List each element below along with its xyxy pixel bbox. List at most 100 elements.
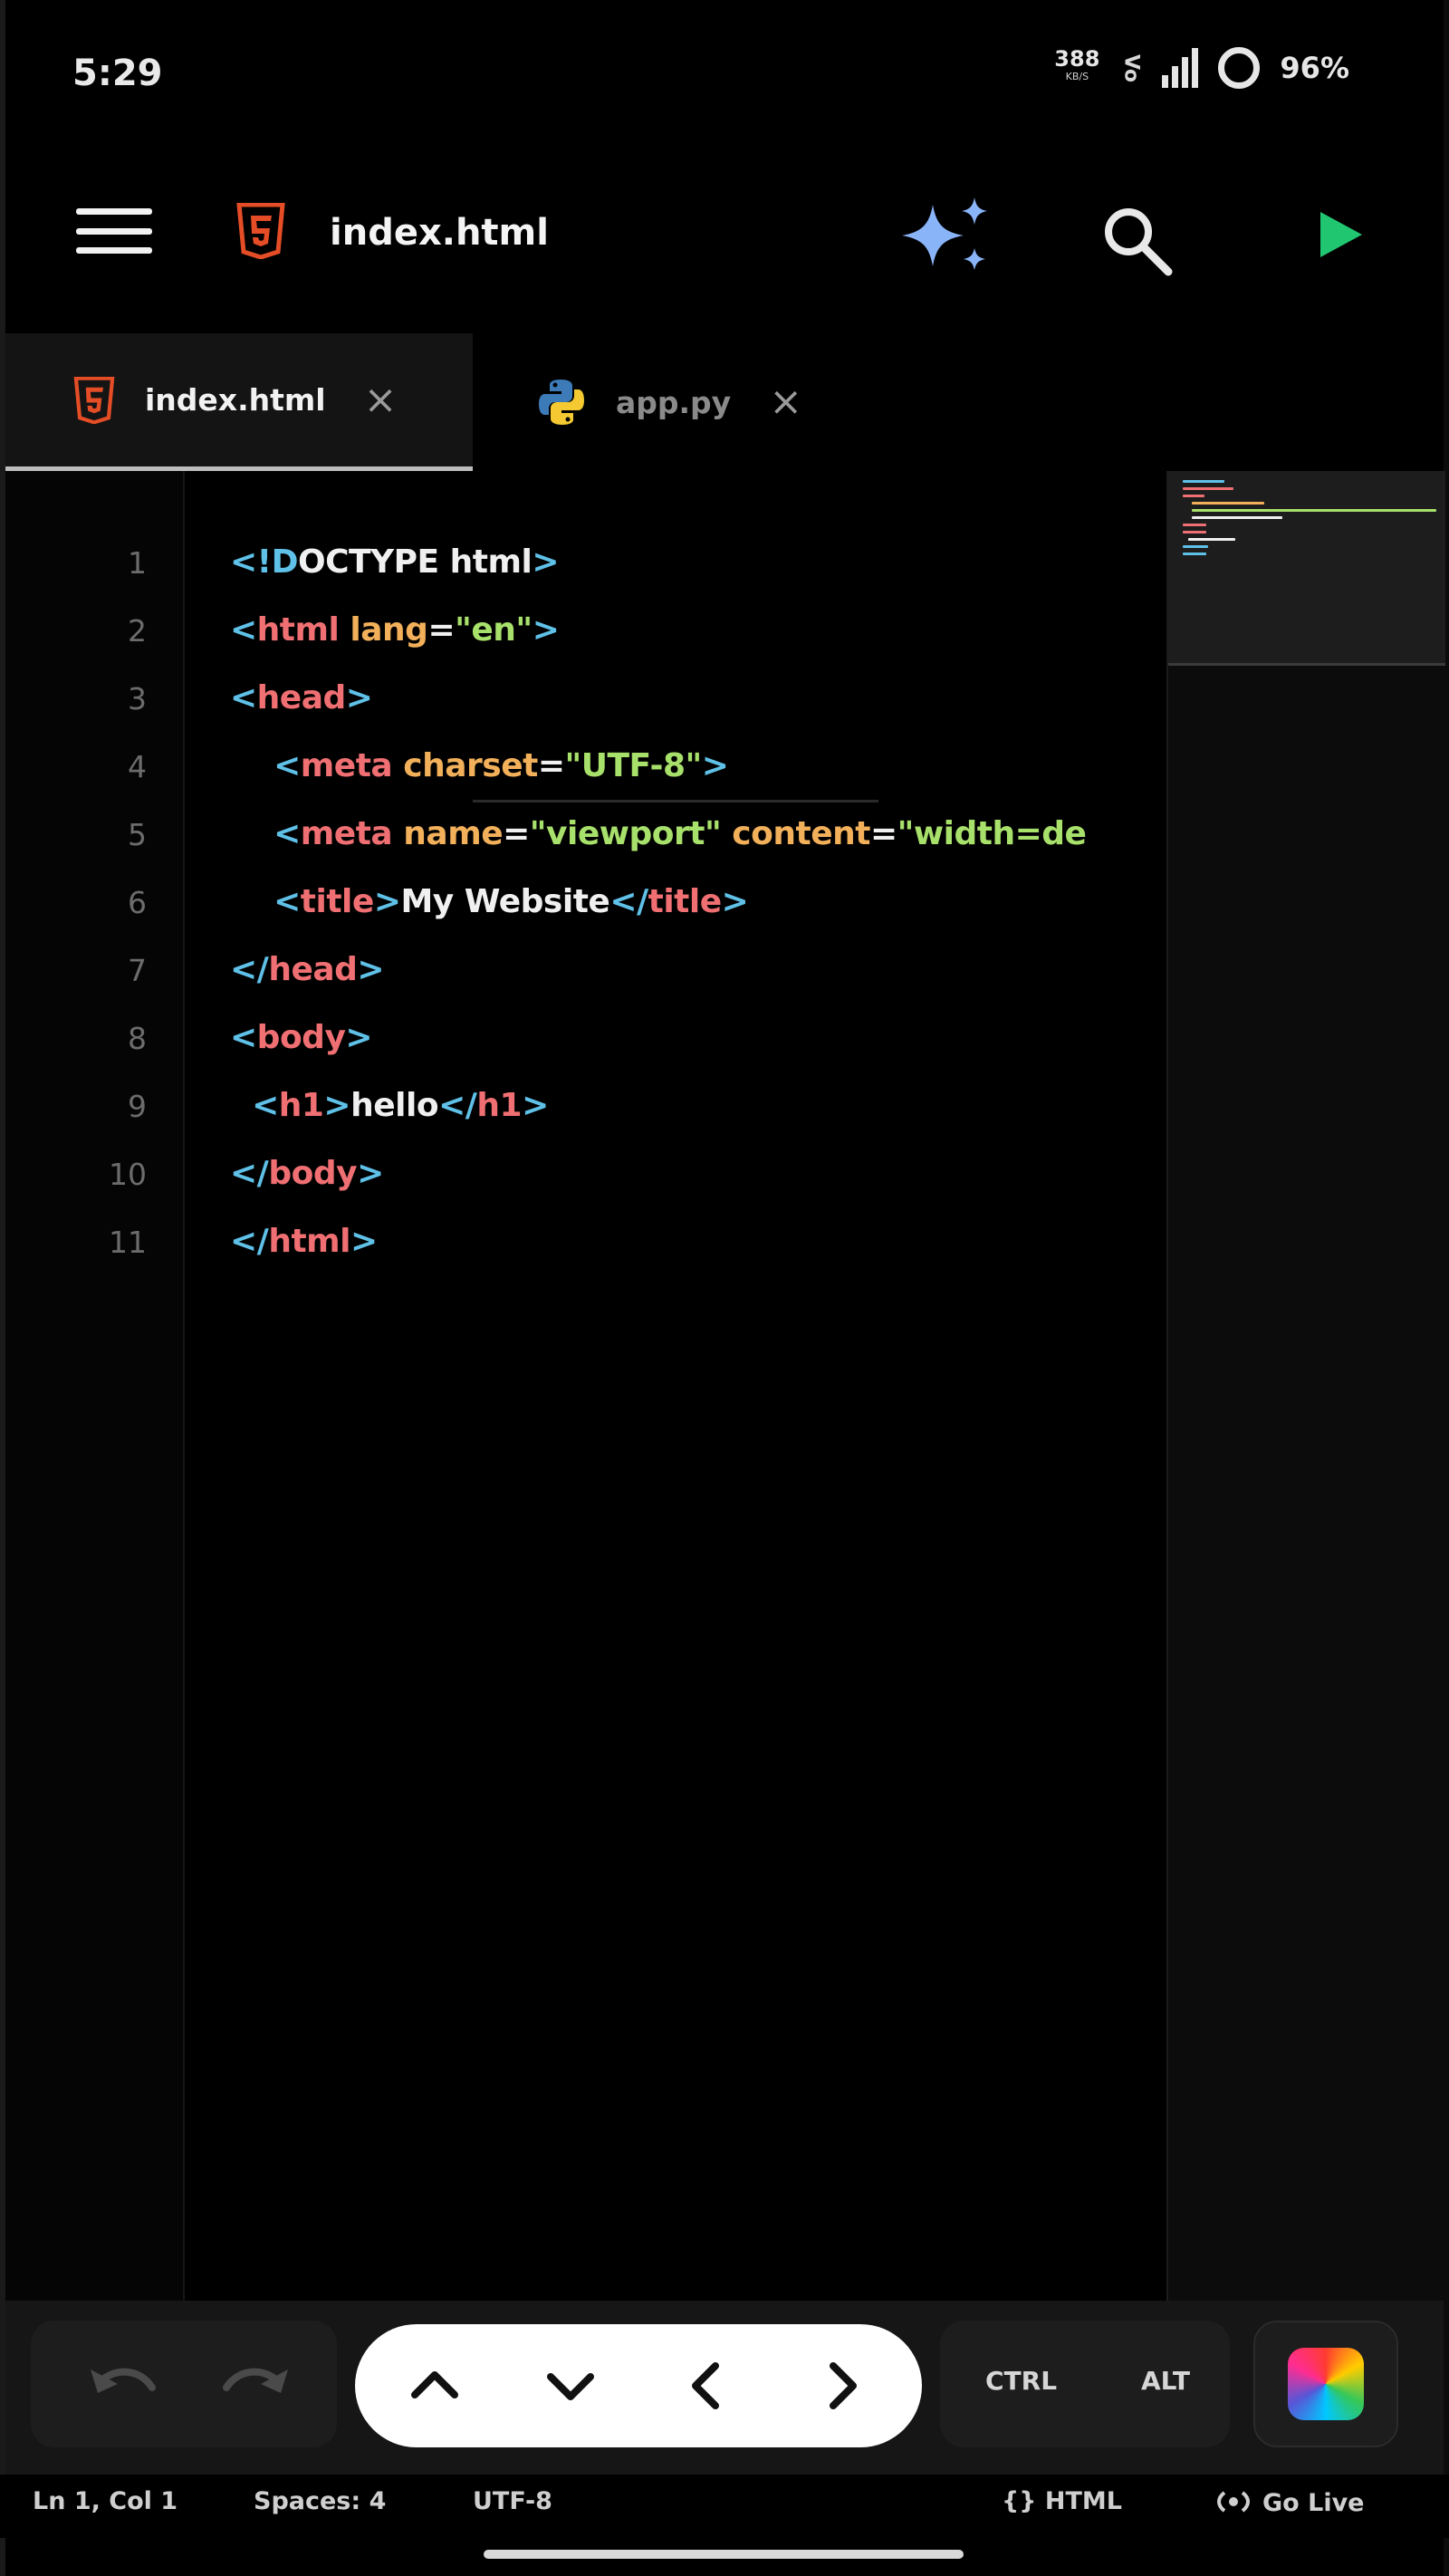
code-token: < — [230, 611, 257, 649]
minimap-viewport[interactable] — [1168, 471, 1445, 666]
code-token: </ — [230, 951, 269, 988]
arrow-down-icon[interactable] — [536, 2351, 605, 2420]
close-icon[interactable]: × — [364, 380, 398, 419]
code-line[interactable]: <title>My Website</title> — [230, 883, 749, 920]
line-number: 8 — [128, 1021, 147, 1056]
code-line[interactable]: </body> — [230, 1155, 384, 1192]
code-token: html — [256, 611, 340, 649]
html5-icon — [236, 203, 285, 259]
tab-index-html[interactable]: index.html × — [5, 333, 473, 471]
cursor-arrow-keys — [355, 2324, 922, 2447]
code-token: < — [230, 883, 301, 920]
signal-icon — [1162, 48, 1199, 88]
line-number: 7 — [128, 953, 147, 988]
go-live-button[interactable]: Go Live — [1214, 2487, 1364, 2517]
code-line[interactable]: <!DOCTYPE html> — [230, 543, 559, 581]
code-line[interactable]: <h1>hello</h1> — [230, 1087, 549, 1124]
status-icons: 388 KB/S Vo 96% — [1054, 47, 1349, 89]
minimap-line — [1183, 480, 1224, 483]
code-token: body — [256, 1019, 346, 1056]
code-line[interactable]: <head> — [230, 679, 373, 716]
code-token: meta — [300, 747, 393, 784]
arrow-left-icon[interactable] — [672, 2351, 741, 2420]
code-token: > — [357, 951, 385, 988]
code-line[interactable]: <body> — [230, 1019, 373, 1056]
code-editor[interactable]: 1 2 3 4 5 6 7 8 9 10 11 <!DOCTYPE html> <html lang=… — [0, 471, 1449, 2301]
code-token: < — [230, 679, 257, 716]
minimap[interactable] — [1166, 471, 1445, 2301]
code-token: > — [721, 883, 749, 920]
arrow-right-icon[interactable] — [808, 2351, 877, 2420]
code-token: title — [648, 883, 723, 920]
code-line[interactable]: <meta charset="UTF-8"> — [230, 747, 729, 784]
menu-icon[interactable] — [76, 208, 152, 254]
code-line[interactable]: <html lang="en"> — [230, 611, 560, 649]
undo-icon[interactable] — [87, 2360, 163, 2411]
html5-icon — [73, 376, 115, 424]
code-token: > — [522, 1087, 549, 1124]
app-bar: index.html — [0, 145, 1449, 317]
line-number: 2 — [128, 613, 147, 649]
search-icon[interactable] — [1098, 201, 1176, 279]
code-token: </ — [230, 1223, 269, 1260]
code-line[interactable]: </head> — [230, 951, 385, 988]
go-live-label: Go Live — [1262, 2489, 1365, 2517]
code-token: > — [357, 1155, 384, 1192]
run-icon[interactable] — [1311, 207, 1367, 263]
minimap-line — [1192, 509, 1436, 512]
code-line[interactable]: </html> — [230, 1223, 378, 1260]
tab-label: index.html — [145, 382, 326, 418]
code-token: </ — [609, 883, 648, 920]
ctrl-key[interactable]: CTRL — [985, 2366, 1057, 2396]
code-token: h1 — [476, 1087, 523, 1124]
code-token: </ — [438, 1087, 477, 1124]
code-token: > — [532, 543, 559, 581]
code-line[interactable]: <meta name="viewport" content="width=de — [230, 815, 1087, 852]
file-tabs: index.html × app.py × — [0, 333, 1449, 803]
modifier-keys: CTRL ALT — [940, 2321, 1230, 2447]
color-picker-button[interactable] — [1253, 2321, 1398, 2447]
code-token: html — [268, 1223, 351, 1260]
redo-icon[interactable] — [216, 2360, 292, 2411]
code-token: OCTYPE html — [297, 543, 533, 581]
encoding-setting[interactable]: UTF-8 — [473, 2487, 552, 2515]
minimap-line — [1183, 545, 1208, 548]
code-token: head — [256, 679, 347, 716]
cursor-position[interactable]: Ln 1, Col 1 — [33, 2487, 178, 2515]
code-token: > — [701, 747, 729, 784]
line-number: 1 — [128, 545, 147, 581]
editor-status-bar: Ln 1, Col 1 Spaces: 4 UTF-8 {} HTML Go L… — [0, 2475, 1449, 2538]
language-mode[interactable]: {} HTML — [1002, 2487, 1122, 2515]
code-token: h1 — [278, 1087, 324, 1124]
battery-icon — [1218, 47, 1261, 89]
close-icon[interactable]: × — [769, 382, 802, 422]
code-token: > — [345, 1019, 373, 1056]
code-token: < — [230, 1087, 279, 1124]
arrow-up-icon[interactable] — [400, 2351, 469, 2420]
code-token: > — [532, 611, 560, 649]
minimap-line — [1188, 538, 1235, 541]
volte-indicator: Vo — [1119, 53, 1143, 82]
code-token: "en" — [455, 611, 533, 649]
code-area[interactable]: <!DOCTYPE html> <html lang="en"> <head> <m… — [230, 471, 1163, 2301]
ai-sparkle-icon[interactable] — [897, 194, 996, 275]
minimap-line — [1183, 553, 1206, 555]
code-token: title — [300, 883, 375, 920]
line-number: 4 — [128, 749, 147, 784]
minimap-line — [1183, 531, 1206, 533]
code-token: > — [345, 679, 373, 716]
minimap-line — [1192, 516, 1282, 519]
indentation-setting[interactable]: Spaces: 4 — [254, 2487, 386, 2515]
home-indicator[interactable] — [484, 2550, 964, 2559]
code-token: meta — [300, 815, 393, 852]
network-speed: 388 KB/S — [1054, 48, 1099, 86]
code-token: "width=de — [897, 815, 1087, 852]
tab-app-py[interactable]: app.py × — [489, 333, 878, 471]
alt-key[interactable]: ALT — [1141, 2366, 1190, 2396]
code-token: > — [373, 883, 401, 920]
code-token: < — [230, 747, 301, 784]
code-token: head — [268, 951, 358, 988]
line-number: 3 — [128, 681, 147, 716]
line-number: 10 — [109, 1157, 147, 1192]
code-token: </ — [230, 1155, 269, 1192]
